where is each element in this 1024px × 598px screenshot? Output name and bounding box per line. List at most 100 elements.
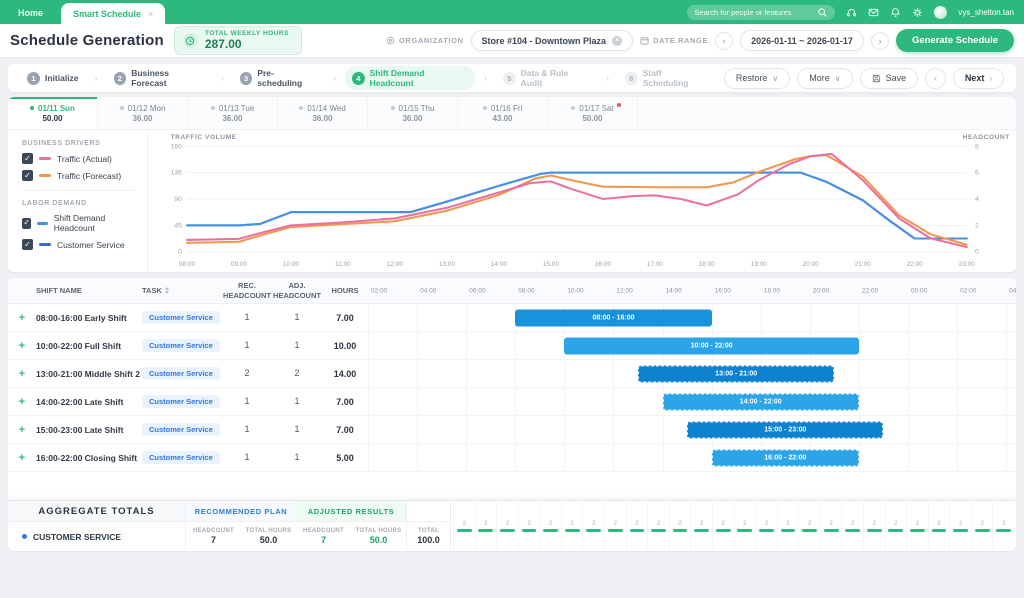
hourly-headcount: 2 <box>765 521 768 527</box>
hourly-headcount: 2 <box>635 521 638 527</box>
gantt-bar[interactable]: 15:00 - 23:00 <box>687 421 883 438</box>
table-row: +08:00-16:00 Early ShiftCustomer Service… <box>8 304 1016 332</box>
svg-text:11:00: 11:00 <box>335 261 351 268</box>
rec-headcount-value: 1 <box>222 452 272 463</box>
date-range-value[interactable]: 2026-01-11 ~ 2026-01-17 <box>740 30 864 51</box>
legend-item[interactable]: ✓Customer Service <box>22 239 135 250</box>
legend-item[interactable]: ✓ Traffic (Forecast) <box>22 170 135 181</box>
date-next-button[interactable]: › <box>871 32 889 50</box>
rec-total-hours-cell: TOTAL HOURS 50.0 <box>241 522 296 551</box>
day-tab-01-12[interactable]: 01/12 Mon36.00 <box>98 97 188 129</box>
search-icon <box>817 7 828 18</box>
adj-headcount-value[interactable]: 1 <box>272 312 322 323</box>
adj-headcount-value[interactable]: 1 <box>272 452 322 463</box>
svg-text:08:00: 08:00 <box>179 261 196 268</box>
day-tab-01-13[interactable]: 01/13 Tue36.00 <box>188 97 278 129</box>
close-icon[interactable]: × <box>148 9 153 19</box>
step-pre-scheduling[interactable]: 3Pre-scheduling <box>233 66 324 90</box>
next-step-button[interactable]: Next› <box>953 68 1004 89</box>
coverage-dash <box>996 529 1011 532</box>
task-chip[interactable]: Customer Service <box>142 395 220 408</box>
bell-icon[interactable] <box>890 7 901 18</box>
divider <box>22 190 135 191</box>
step-initialize[interactable]: 1Initialize <box>20 70 86 87</box>
tab-smart-schedule[interactable]: Smart Schedule × <box>61 3 165 24</box>
adj-headcount-value[interactable]: 1 <box>272 424 322 435</box>
task-chip[interactable]: Customer Service <box>142 367 220 380</box>
shift-name: 16:00-22:00 Closing Shift <box>36 453 142 463</box>
col-task[interactable]: TASK <box>142 286 222 295</box>
aggregate-task-row[interactable]: CUSTOMER SERVICE <box>8 522 185 551</box>
hourly-headcount: 2 <box>916 521 919 527</box>
step-label: Staff Scheduling <box>643 68 708 88</box>
task-chip[interactable]: Customer Service <box>142 423 220 436</box>
day-tab-01-14[interactable]: 01/14 Wed36.00 <box>278 97 368 129</box>
day-tab-01-17[interactable]: 01/17 Sat50.00 <box>548 97 638 129</box>
svg-text:13:00: 13:00 <box>439 261 456 268</box>
hourly-cell: 2 <box>669 501 691 551</box>
status-dot <box>120 106 124 110</box>
rec-headcount-value: 1 <box>222 424 272 435</box>
save-button[interactable]: Save <box>860 68 919 89</box>
day-tab-01-11[interactable]: 01/11 Sun50.00 <box>8 97 98 129</box>
hourly-headcount: 2 <box>506 521 509 527</box>
generate-schedule-button[interactable]: Generate Schedule <box>896 29 1014 52</box>
gantt-bar[interactable]: 10:00 - 22:00 <box>564 337 859 354</box>
clear-icon[interactable]: × <box>612 36 622 46</box>
adj-total-hours-cell: TOTAL HOURS 50.0 <box>351 522 406 551</box>
avatar[interactable] <box>934 6 947 19</box>
add-row-button[interactable]: + <box>8 424 36 436</box>
username[interactable]: vys_shelton.tan <box>958 8 1014 17</box>
legend-item[interactable]: ✓Traffic (Actual) <box>22 153 135 164</box>
hourly-cell: 2 <box>928 501 950 551</box>
gantt-bar[interactable]: 08:00 - 16:00 <box>515 309 711 326</box>
chevron-right-icon: › <box>606 73 609 83</box>
checkbox[interactable]: ✓ <box>22 153 33 164</box>
status-dot <box>483 106 487 110</box>
tab-home[interactable]: Home <box>0 8 61 24</box>
gantt-bar[interactable]: 13:00 - 21:00 <box>638 365 834 382</box>
checkbox[interactable]: ✓ <box>22 170 33 181</box>
step-staff-scheduling[interactable]: 6Staff Scheduling <box>618 66 715 90</box>
stepper: 1Initialize›2Business Forecast›3Pre-sche… <box>8 64 1016 92</box>
task-chip[interactable]: Customer Service <box>142 339 220 352</box>
add-row-button[interactable]: + <box>8 312 36 324</box>
adj-headcount-value[interactable]: 2 <box>272 368 322 379</box>
gear-icon[interactable] <box>912 7 923 18</box>
headset-icon[interactable] <box>846 7 857 18</box>
adj-headcount-value[interactable]: 1 <box>272 340 322 351</box>
hourly-headcount: 2 <box>829 521 832 527</box>
hourly-cell: 2 <box>820 501 842 551</box>
add-row-button[interactable]: + <box>8 368 36 380</box>
add-row-button[interactable]: + <box>8 340 36 352</box>
mail-icon[interactable] <box>868 7 879 18</box>
shift-name: 15:00-23:00 Late Shift <box>36 425 142 435</box>
checkbox[interactable]: ✓ <box>22 218 31 229</box>
step-business-forecast[interactable]: 2Business Forecast <box>107 66 212 90</box>
more-button[interactable]: More∨ <box>797 68 852 89</box>
organization-select[interactable]: Store #104 - Downtown Plaza × <box>471 30 634 51</box>
date-prev-button[interactable]: ‹ <box>715 32 733 50</box>
checkbox[interactable]: ✓ <box>22 239 33 250</box>
sort-icon[interactable] <box>165 287 169 294</box>
restore-button[interactable]: Restore∨ <box>724 68 790 89</box>
legend-item[interactable]: ✓Shift Demand Headcount <box>22 213 135 233</box>
legend-group-title: BUSINESS DRIVERS <box>22 140 135 147</box>
task-chip[interactable]: Customer Service <box>142 451 220 464</box>
day-tab-01-16[interactable]: 01/16 Fri43.00 <box>458 97 548 129</box>
day-tab-01-15[interactable]: 01/15 Thu36.00 <box>368 97 458 129</box>
task-chip[interactable]: Customer Service <box>142 311 220 324</box>
prev-step-button[interactable]: ‹ <box>925 68 946 89</box>
search-input[interactable]: Search for people or features <box>687 5 835 20</box>
step-label: Pre-scheduling <box>257 68 317 88</box>
step-shift-demand-headcount[interactable]: 4Shift Demand Headcount <box>345 66 475 90</box>
legend-item-label: Traffic (Forecast) <box>57 171 121 181</box>
adj-headcount-value[interactable]: 1 <box>272 396 322 407</box>
gantt-bar[interactable]: 16:00 - 22:00 <box>712 449 859 466</box>
series-color-swatch <box>39 174 51 177</box>
add-row-button[interactable]: + <box>8 452 36 464</box>
gantt-bar[interactable]: 14:00 - 22:00 <box>663 393 859 410</box>
add-row-button[interactable]: + <box>8 396 36 408</box>
status-dot <box>30 106 34 110</box>
step-data-rule-audit[interactable]: 5Data & Rule Audit <box>496 66 597 90</box>
